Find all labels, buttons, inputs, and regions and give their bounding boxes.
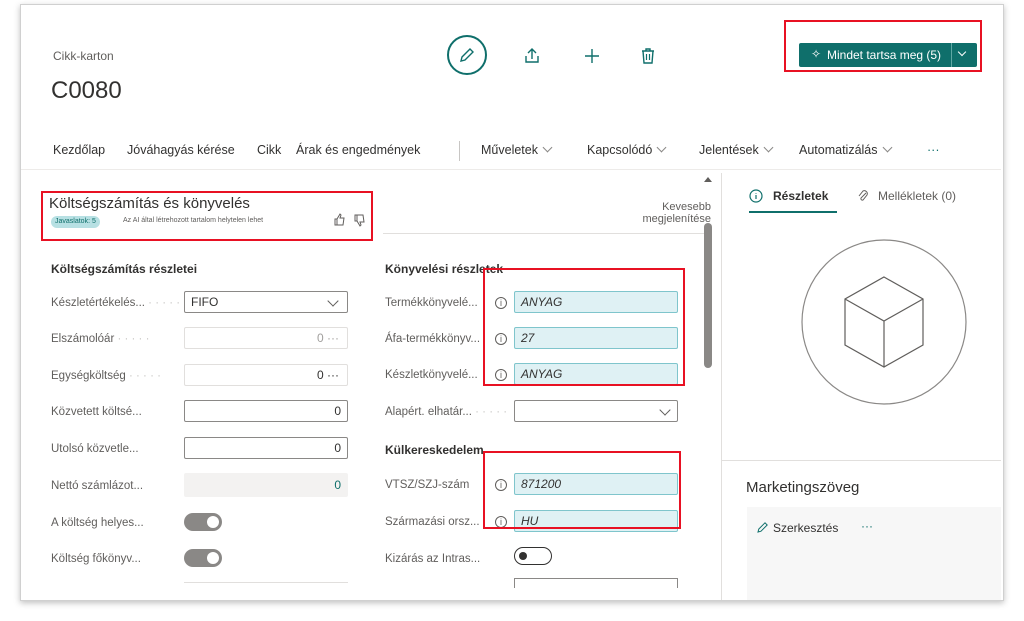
paperclip-icon <box>857 189 869 208</box>
label-exclude-intrastat: Kizárás az Intras... <box>385 553 481 565</box>
breadcrumb[interactable]: Cikk-karton <box>53 49 114 63</box>
valuation-select[interactable]: FIFO <box>184 291 348 313</box>
tab-attachments[interactable]: Mellékletek (0) <box>878 189 956 203</box>
chevron-down-icon <box>656 142 667 153</box>
edit-pencil-icon[interactable] <box>447 35 487 75</box>
label-gen-prod-posting: Termékkönyvelé... <box>385 297 478 309</box>
highlight-posting-fields <box>483 268 685 386</box>
chevron-down-icon <box>327 295 339 307</box>
nav-more[interactable]: ··· <box>927 143 940 157</box>
label-vat-prod-posting: Áfa-termékkönyv... <box>385 333 481 345</box>
marketing-text-title: Marketingszöveg <box>746 479 860 496</box>
page-title: C0080 <box>51 77 122 104</box>
label-indirect-cost: Közvetett költsé... <box>51 406 142 418</box>
label-default-deferral: Alapért. elhatár... <box>385 406 507 418</box>
action-bar: Kezdőlap Jóváhagyás kérése Cikk Árak és … <box>21 131 1001 170</box>
marketing-more-button[interactable]: ··· <box>861 519 873 533</box>
foreign-trade-heading: Külkereskedelem <box>385 443 484 457</box>
edit-marketing-button[interactable]: Szerkesztés <box>773 521 838 535</box>
nav-kezdolap[interactable]: Kezdőlap <box>53 143 105 157</box>
nav-jovahagyas[interactable]: Jóváhagyás kérése <box>127 143 235 157</box>
label-last-direct-cost: Utolsó közvetle... <box>51 443 139 455</box>
label-net-invoiced: Nettó számlázot... <box>51 480 144 492</box>
item-card-window: Cikk-karton C0080 ✧ Mindet tartsa meg (5… <box>20 4 1004 601</box>
net-invoiced-field[interactable]: 0 <box>184 473 348 497</box>
label-unit-cost: Egységköltség <box>51 370 161 382</box>
label-country-origin: Származási orsz... <box>385 516 480 528</box>
nav-automatizalas[interactable]: Automatizálás <box>799 142 892 157</box>
costing-heading: Költségszámítás részletei <box>51 262 198 276</box>
highlight-foreign-trade-fields <box>483 451 681 529</box>
info-circle-icon <box>749 189 763 208</box>
tab-details-underline <box>749 211 837 213</box>
chevron-down-icon <box>882 142 892 153</box>
chevron-down-icon <box>542 142 553 153</box>
exclude-intrastat-toggle[interactable] <box>514 547 552 565</box>
label-cost-adjusted: A költség helyes... <box>51 517 144 529</box>
tab-details[interactable]: Részletek <box>773 189 828 203</box>
label-inventory-posting: Készletkönyvelé... <box>385 369 478 381</box>
item-image-placeholder[interactable] <box>799 237 969 412</box>
nav-kapcsolodo[interactable]: Kapcsolódó <box>587 142 667 157</box>
chevron-down-icon <box>763 142 774 153</box>
highlight-keep-all <box>784 20 982 72</box>
nav-cikk[interactable]: Cikk <box>257 143 281 157</box>
nav-muveletek[interactable]: Műveletek <box>481 142 553 157</box>
label-tariff-no: VTSZ/SZJ-szám <box>385 479 470 491</box>
cost-adjusted-toggle[interactable] <box>184 513 222 531</box>
scroll-up-arrow[interactable] <box>704 177 712 182</box>
label-standard-cost: Elszámolóár <box>51 333 149 345</box>
standard-cost-field[interactable]: 0 ··· <box>184 327 348 349</box>
label-cost-gl: Költség főkönyv... <box>51 553 141 565</box>
last-direct-cost-input[interactable]: 0 <box>184 437 348 459</box>
indirect-cost-input[interactable]: 0 <box>184 400 348 422</box>
add-icon[interactable] <box>581 45 603 67</box>
label-valuation: Készletértékelés... <box>51 297 180 309</box>
chevron-down-icon <box>659 404 671 416</box>
show-less-link[interactable]: Kevesebb megjelenítése <box>633 201 712 225</box>
highlight-ai-disclaimer <box>41 191 373 241</box>
nav-arak[interactable]: Árak és engedmények <box>296 143 420 157</box>
unit-cost-field[interactable]: 0 ··· <box>184 364 348 386</box>
pencil-icon <box>757 520 769 538</box>
delete-trash-icon[interactable] <box>637 45 659 67</box>
scrollbar-thumb[interactable] <box>704 223 712 368</box>
share-icon[interactable] <box>521 45 543 67</box>
cost-gl-toggle[interactable] <box>184 549 222 567</box>
nav-jelentesek[interactable]: Jelentések <box>699 142 774 157</box>
default-deferral-select[interactable] <box>514 400 678 422</box>
